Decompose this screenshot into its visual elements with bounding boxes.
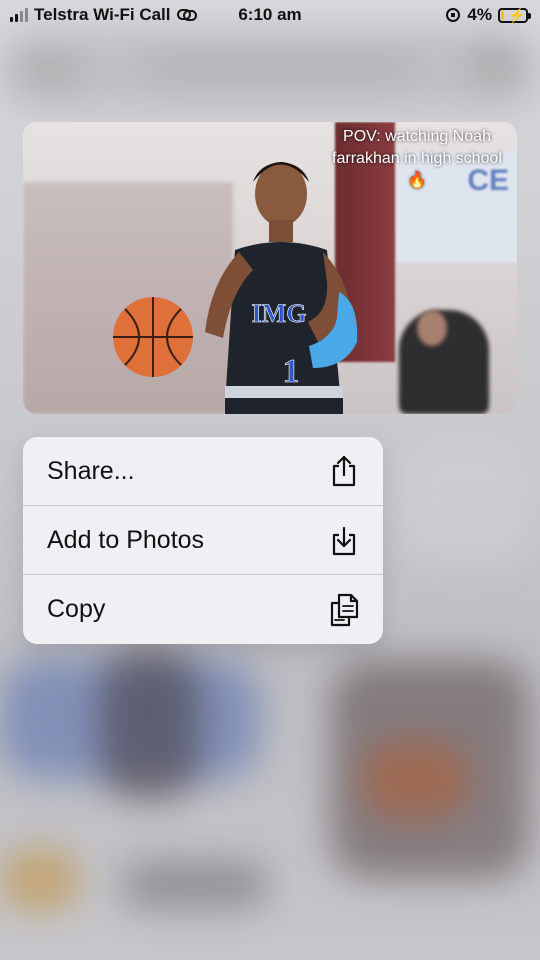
- context-menu: Share... Add to Photos Copy: [23, 437, 383, 644]
- jersey-text: IMG: [252, 299, 307, 328]
- add-to-photos-icon: [329, 523, 359, 557]
- fire-emoji: 🔥: [407, 172, 427, 189]
- status-right: 4% ⚡: [445, 5, 531, 25]
- menu-item-copy[interactable]: Copy: [23, 575, 383, 644]
- jersey-number: 1: [283, 353, 300, 390]
- caption-line-1: POV: watching Noah: [343, 128, 491, 145]
- video-caption: POV: watching Noah farrakhan in high sch…: [317, 126, 517, 192]
- charging-bolt-icon: ⚡: [508, 6, 526, 23]
- battery-icon: ⚡: [498, 6, 531, 23]
- menu-item-label: Copy: [47, 595, 106, 623]
- preview-image[interactable]: CE IMG 1 POV: watching Noah farrakhan in…: [23, 122, 517, 414]
- battery-percent: 4%: [467, 5, 492, 24]
- menu-item-label: Add to Photos: [47, 525, 205, 554]
- share-icon: [329, 454, 359, 488]
- copy-icon: [329, 593, 359, 627]
- menu-item-label: Share...: [47, 456, 135, 485]
- menu-item-share[interactable]: Share...: [23, 437, 383, 506]
- battery-fill: [501, 10, 504, 20]
- orientation-lock-icon: [446, 8, 461, 22]
- status-bar: Telstra Wi-Fi Call 6:10 am 4% ⚡: [0, 0, 540, 30]
- background-person-head: [417, 310, 447, 346]
- caption-line-2: farrakhan in high school: [332, 150, 502, 167]
- menu-item-add-to-photos[interactable]: Add to Photos: [23, 506, 383, 575]
